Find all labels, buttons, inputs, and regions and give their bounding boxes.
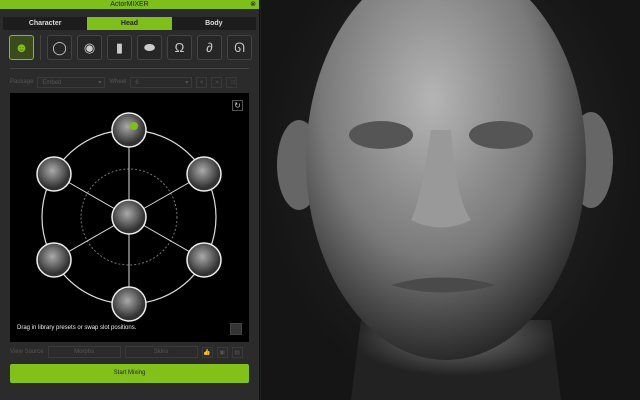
eye-icon[interactable]: ◉: [77, 35, 102, 60]
package-row: Package Embed Wheel 6 < > ⤨: [10, 76, 250, 88]
refresh-icon[interactable]: ↻: [232, 100, 243, 111]
slot-bottom-left: [36, 242, 72, 278]
hair-icon[interactable]: ᘏ: [227, 35, 252, 60]
view-source-row: View Source Morphs Skins 👍 ▣ ▤: [10, 346, 250, 358]
tab-character[interactable]: Character: [3, 17, 87, 30]
title-bar: ActorMIXER ⊗: [0, 0, 259, 9]
tab-body[interactable]: Body: [172, 17, 256, 30]
ear-icon[interactable]: ∂: [197, 35, 222, 60]
wheel-label: Wheel: [109, 79, 127, 85]
head-model-render: [277, 0, 613, 400]
divider: [40, 35, 41, 60]
slot-center: [111, 199, 147, 235]
next-icon[interactable]: >: [211, 76, 223, 88]
mixer-wheel: [36, 112, 222, 322]
tab-head[interactable]: Head: [87, 17, 172, 30]
wheel-dropdown[interactable]: 6: [130, 76, 193, 88]
lips-icon[interactable]: ⬬: [137, 35, 162, 60]
view-source-label: View Source: [10, 349, 44, 355]
panel-title: ActorMIXER: [110, 1, 149, 8]
active-slot-marker: [130, 122, 138, 130]
slot-top: [111, 112, 147, 148]
thumbs-up-icon[interactable]: 👍: [201, 346, 213, 358]
package-dropdown[interactable]: Embed: [37, 76, 106, 88]
head-icon[interactable]: ☻: [9, 35, 34, 60]
nose-icon[interactable]: ▮: [107, 35, 132, 60]
start-mixing-button[interactable]: Start Mixing: [10, 364, 249, 383]
prev-icon[interactable]: <: [196, 76, 208, 88]
mixer-wheel-canvas[interactable]: ↻ Drag in library presets or swap slot p…: [10, 93, 249, 342]
tab-bar: Character Head Body: [3, 17, 256, 30]
canvas-hint: Drag in library presets or swap slot pos…: [17, 325, 137, 331]
skins-button[interactable]: Skins: [124, 346, 198, 358]
feature-toolbar: ☻ ◯ ◉ ▮ ⬬ Ω ∂ ᘏ: [9, 35, 252, 60]
calendar-icon[interactable]: ▤: [231, 346, 243, 358]
slot-top-right: [186, 156, 222, 192]
save-icon[interactable]: ▣: [216, 346, 228, 358]
package-label: Package: [10, 79, 34, 85]
morphs-button[interactable]: Morphs: [47, 346, 121, 358]
slot-top-left: [36, 156, 72, 192]
slot-bottom-right: [186, 242, 222, 278]
shuffle-icon[interactable]: ⤨: [226, 76, 238, 88]
actor-mixer-panel: ActorMIXER ⊗ Character Head Body ☻ ◯ ◉ ▮ …: [0, 0, 260, 400]
close-icon[interactable]: ⊗: [250, 0, 256, 9]
slot-bottom: [111, 286, 147, 322]
preview-icon[interactable]: [230, 323, 242, 335]
face-outline-icon[interactable]: ◯: [47, 35, 72, 60]
divider: [10, 68, 249, 69]
3d-viewport[interactable]: [261, 0, 640, 400]
head-back-icon[interactable]: Ω: [167, 35, 192, 60]
